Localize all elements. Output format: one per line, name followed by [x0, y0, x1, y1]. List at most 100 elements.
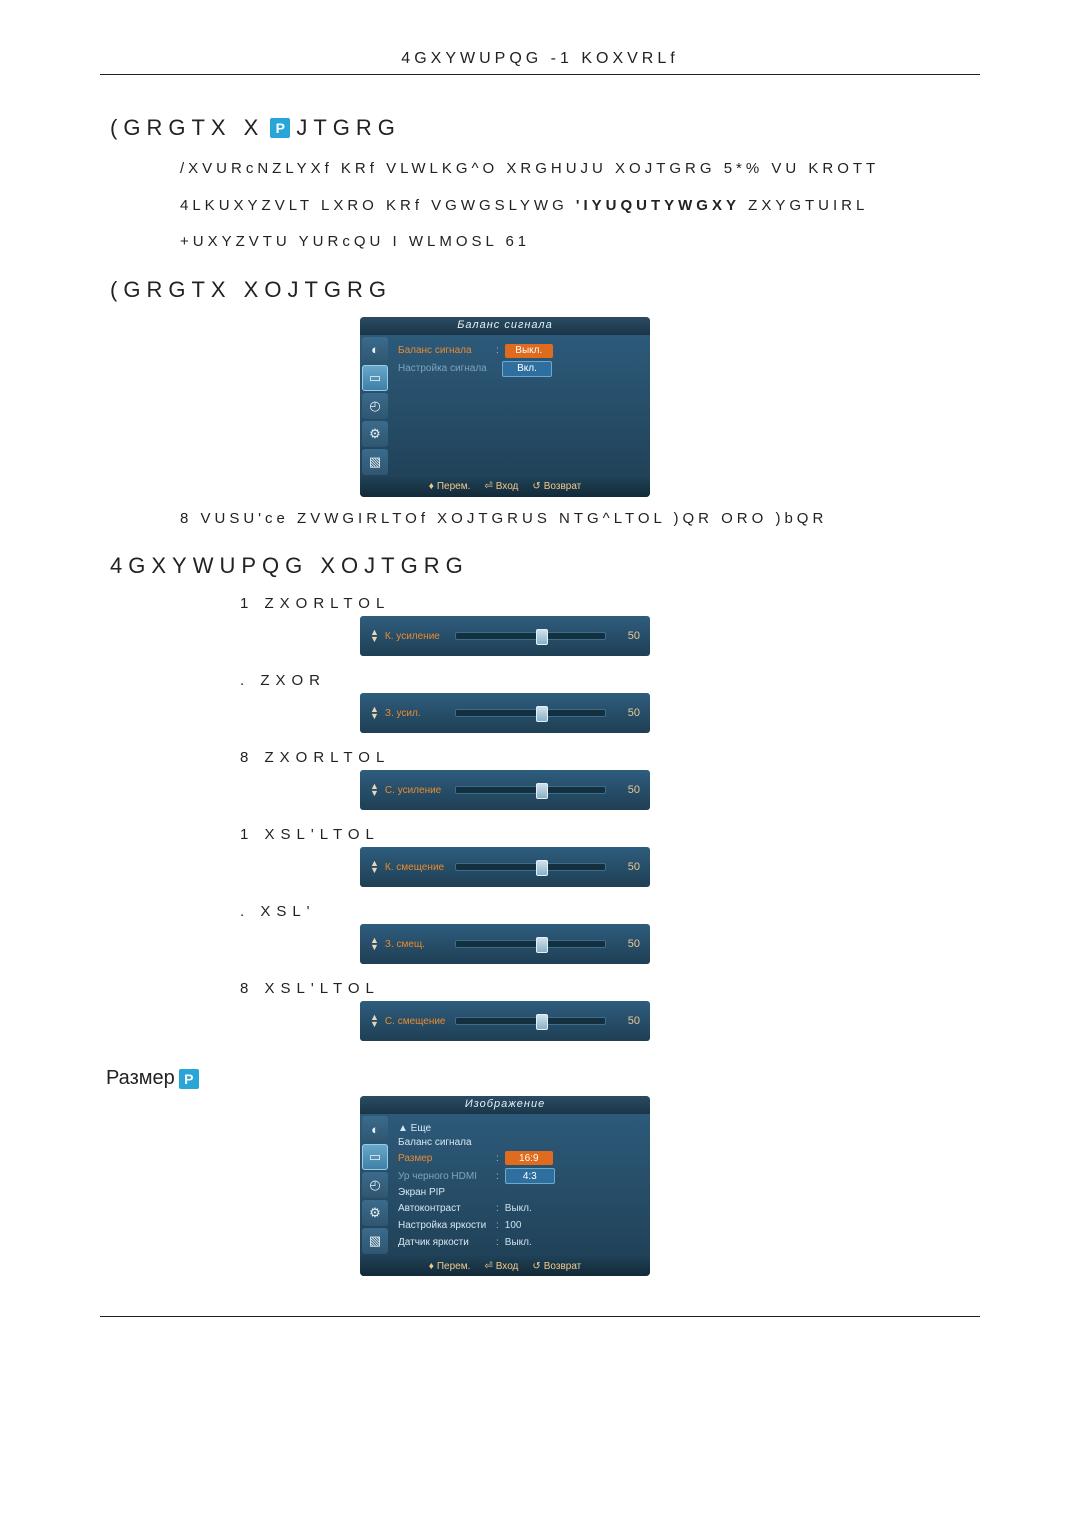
- slider-heading: 1 ZXORLTOL: [240, 595, 980, 612]
- tab-settings-icon[interactable]: ⚙: [362, 1200, 388, 1226]
- osd-row-value: Выкл.: [505, 1235, 553, 1249]
- osd-row-label: ▲ Еще: [398, 1123, 490, 1134]
- osd-side-tabs: ◐ ▭ ◴ ⚙ ▧: [360, 335, 390, 477]
- slider-value: 50: [614, 938, 640, 950]
- divider-bottom: [100, 1316, 980, 1317]
- slider-strip[interactable]: ▲▼ З. смещ. 50: [360, 924, 650, 964]
- osd-row-value[interactable]: 4:3: [505, 1168, 555, 1184]
- tab-picture-icon[interactable]: ◐: [362, 337, 388, 363]
- osd-row-value[interactable]: 16:9: [505, 1151, 553, 1165]
- osd-side-tabs: ◐ ▭ ◴ ⚙ ▧: [360, 1114, 390, 1256]
- slider-thumb[interactable]: [536, 860, 548, 876]
- slider-value: 50: [614, 707, 640, 719]
- osd-footer-enter: ⏎ Вход: [484, 1261, 518, 1272]
- slider-label: З. смещ.: [385, 939, 455, 950]
- osd-row[interactable]: ▲ Еще: [398, 1123, 642, 1134]
- osd-footer-move-label: Перем.: [437, 481, 471, 492]
- osd-row-value: Выкл.: [505, 1201, 553, 1215]
- page-header: 4GXYWUPQG -1 KOXVRLf: [100, 50, 980, 68]
- osd-footer-enter: ⏎Вход: [484, 481, 518, 492]
- section-3-title: 4GXYWUPQG XOJTGRG: [110, 553, 980, 579]
- osd-titlebar: Изображение: [360, 1096, 650, 1114]
- slider-track[interactable]: [455, 786, 606, 794]
- osd-footer-return: ↺Возврат: [532, 1261, 581, 1272]
- slider-track[interactable]: [455, 863, 606, 871]
- osd-row-balance[interactable]: Баланс сигнала : Выкл.: [398, 344, 642, 358]
- section-2-title: (GRGTX XOJTGRG: [110, 277, 980, 303]
- section-1-title: (GRGTX X P JTGRG: [110, 115, 980, 141]
- slider-strip[interactable]: ▲▼ З. усил. 50: [360, 693, 650, 733]
- osd-footer-move: ♦Перем.: [429, 481, 471, 492]
- tab-info-icon[interactable]: ▧: [362, 1228, 388, 1254]
- osd-content: ▲ ЕщеБаланс сигналаРазмер:16:9Ур черного…: [390, 1114, 650, 1256]
- slider-strip[interactable]: ▲▼К. усиление50: [360, 616, 650, 656]
- tab-info-icon[interactable]: ▧: [362, 449, 388, 475]
- slider-strip[interactable]: ▲▼С. усиление50: [360, 770, 650, 810]
- osd-titlebar: Баланс сигнала: [360, 317, 650, 335]
- osd-row[interactable]: Баланс сигнала: [398, 1137, 642, 1148]
- slider-track[interactable]: [455, 940, 606, 948]
- divider-top: [100, 74, 980, 75]
- tab-display-icon[interactable]: ▭: [362, 365, 388, 391]
- arrow-up-down-icon[interactable]: ▲▼: [370, 860, 379, 874]
- osd-footer: ♦Перем. ⏎ Вход ↺Возврат: [360, 1256, 650, 1276]
- osd-row[interactable]: Размер:16:9: [398, 1151, 642, 1165]
- slider-thumb[interactable]: [536, 1014, 548, 1030]
- osd-footer-return-label: Возврат: [544, 1261, 582, 1272]
- colon: :: [496, 1153, 499, 1164]
- osd-title: Баланс сигнала: [457, 319, 553, 331]
- tab-display-icon[interactable]: ▭: [362, 1144, 388, 1170]
- slider-value: 50: [614, 861, 640, 873]
- osd-image-menu: Изображение ◐ ▭ ◴ ⚙ ▧ ▲ Еще Баланс сигнал…: [360, 1096, 650, 1276]
- slider-thumb[interactable]: [536, 706, 548, 722]
- osd-row[interactable]: Автоконтраст:Выкл.: [398, 1201, 642, 1215]
- osd-row-label: Размер: [398, 1153, 490, 1164]
- osd-row[interactable]: Настройка яркости:100: [398, 1218, 642, 1232]
- osd-footer-return-label: Возврат: [544, 481, 582, 492]
- enter-icon: ⏎: [484, 1261, 492, 1272]
- slider-thumb[interactable]: [536, 783, 548, 799]
- osd-footer-return: ↺Возврат: [532, 481, 581, 492]
- slider-heading: 8 XSL'LTOL: [240, 980, 980, 997]
- osd-row-label: Настройка яркости: [398, 1220, 490, 1231]
- osd-row-balance-value[interactable]: Выкл.: [505, 344, 553, 358]
- osd-row-tune-value[interactable]: Вкл.: [502, 361, 552, 377]
- osd-footer-move: ♦Перем.: [429, 1261, 471, 1272]
- slider-label: З. усил.: [385, 708, 455, 719]
- section-4-title-text: Размер: [106, 1067, 175, 1090]
- slider-strip[interactable]: ▲▼ С. смещение 50: [360, 1001, 650, 1041]
- arrow-up-down-icon[interactable]: ▲▼: [370, 783, 379, 797]
- move-icon: ♦: [429, 1261, 434, 1272]
- osd-row[interactable]: Экран PIP: [398, 1187, 642, 1198]
- arrow-up-down-icon[interactable]: ▲▼: [370, 706, 379, 720]
- osd-title: Изображение: [465, 1098, 545, 1110]
- tab-timer-icon[interactable]: ◴: [362, 393, 388, 419]
- slider-track[interactable]: [455, 709, 606, 717]
- tab-settings-icon[interactable]: ⚙: [362, 421, 388, 447]
- osd-row-label: Датчик яркости: [398, 1237, 490, 1248]
- slider-strip[interactable]: ▲▼К. смещение50: [360, 847, 650, 887]
- slider-label: К. усиление: [385, 631, 455, 642]
- slider-value: 50: [614, 1015, 640, 1027]
- colon: :: [496, 1203, 499, 1214]
- slider-heading: . XSL': [240, 903, 980, 920]
- section-1-title-b: JTGRG: [296, 115, 401, 141]
- slider-track[interactable]: [455, 632, 606, 640]
- slider-label: С. смещение: [385, 1016, 455, 1027]
- arrow-up-down-icon[interactable]: ▲▼: [370, 629, 379, 643]
- tab-picture-icon[interactable]: ◐: [362, 1116, 388, 1142]
- slider-thumb[interactable]: [536, 629, 548, 645]
- slider-track[interactable]: [455, 1017, 606, 1025]
- arrow-up-down-icon[interactable]: ▲▼: [370, 937, 379, 951]
- section-1-line-2c: ZXYGTUIRL: [740, 197, 868, 214]
- osd-row-tune[interactable]: Настройка сигнала Вкл.: [398, 361, 642, 377]
- slider-thumb[interactable]: [536, 937, 548, 953]
- osd-row[interactable]: Датчик яркости:Выкл.: [398, 1235, 642, 1249]
- enter-icon: ⏎: [484, 481, 492, 492]
- arrow-up-down-icon[interactable]: ▲▼: [370, 1014, 379, 1028]
- osd-footer-move-label: Перем.: [437, 1261, 471, 1272]
- tab-timer-icon[interactable]: ◴: [362, 1172, 388, 1198]
- osd-row[interactable]: Ур черного HDMI:4:3: [398, 1168, 642, 1184]
- osd-footer-enter-label: Вход: [496, 1261, 519, 1272]
- colon: :: [496, 345, 499, 356]
